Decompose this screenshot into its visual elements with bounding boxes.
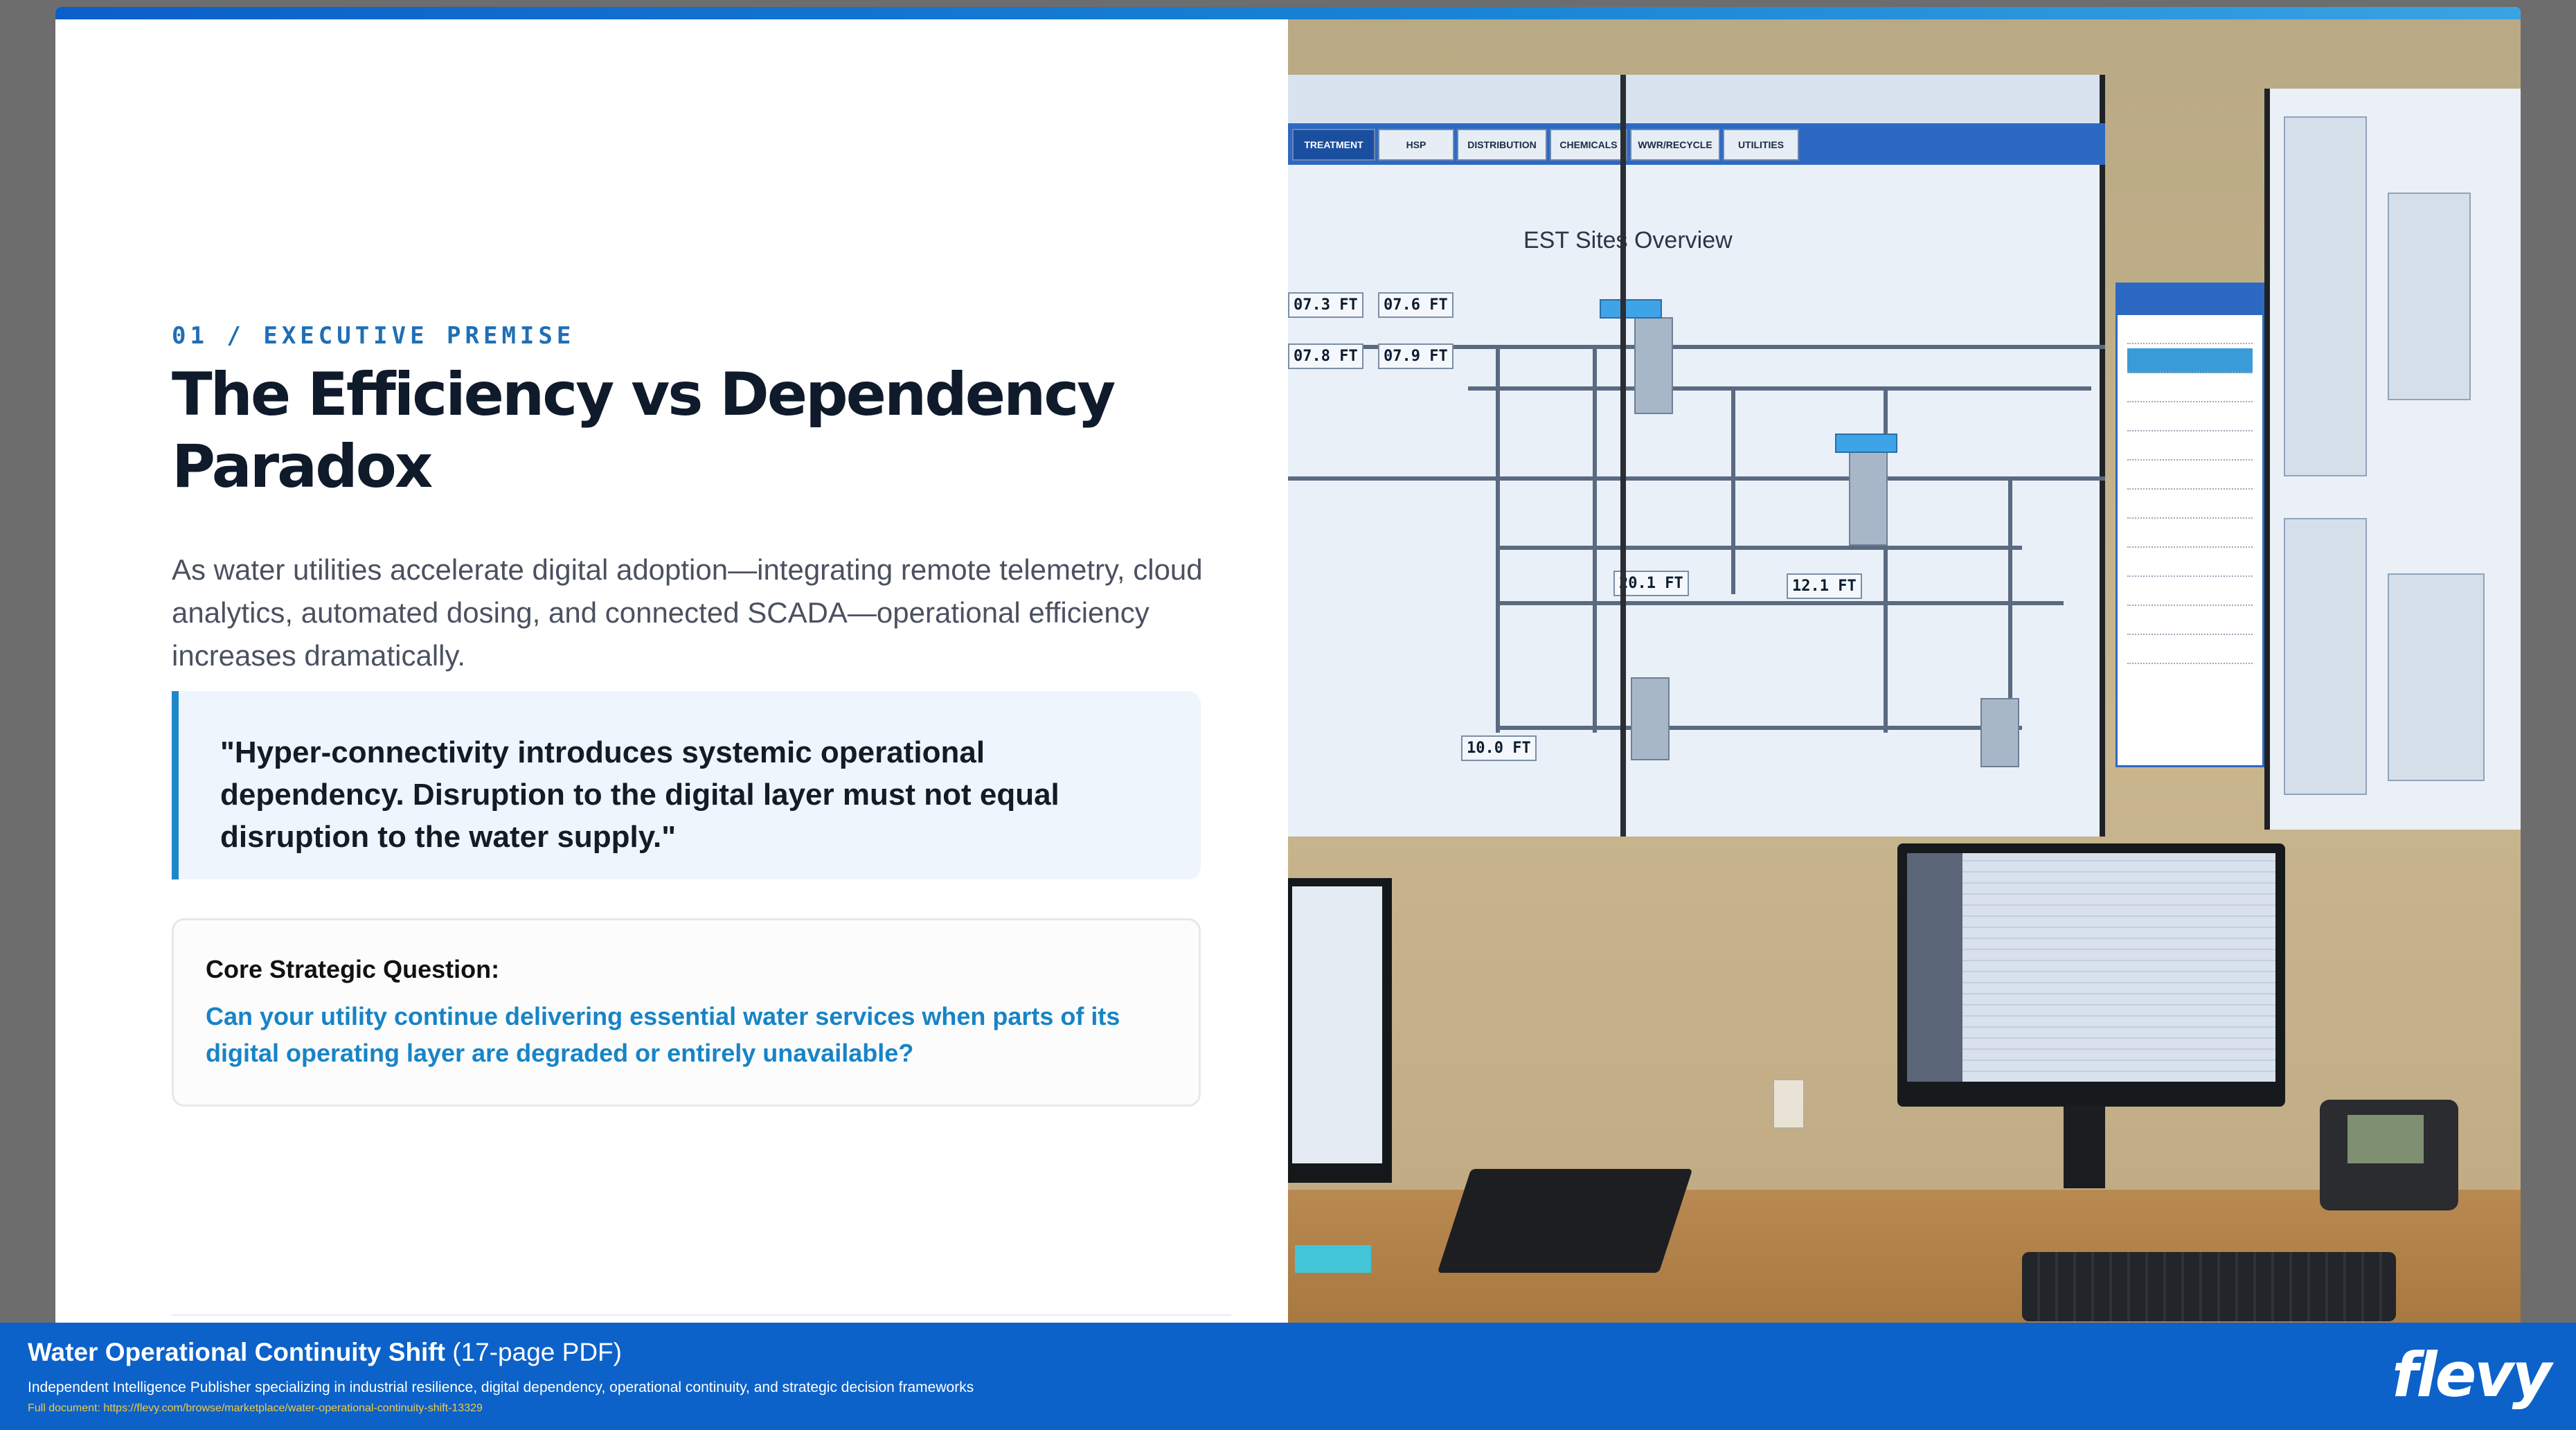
quote-text: "Hyper-connectivity introduces systemic … [220,735,1059,854]
site-list-header [2118,285,2262,315]
footer-title-line: Water Operational Continuity Shift (17-p… [28,1338,622,1367]
slide: 01 / EXECUTIVE PREMISE The Efficiency vs… [55,7,2521,1323]
site-list-row [2127,377,2253,402]
site-list-row [2127,494,2253,519]
wall-outlet [1773,1079,1805,1129]
tank-barton-hill [1634,317,1673,414]
desk-monitor-left [1288,878,1392,1183]
side-screen-panel [2388,573,2485,781]
site-list-row [2127,610,2253,635]
quote-callout: "Hyper-connectivity introduces systemic … [172,691,1201,879]
document-footer: Water Operational Continuity Shift (17-p… [0,1323,2576,1430]
desk-phone [2320,1100,2458,1210]
pipe-line [1593,345,1597,733]
slide-text-panel: 01 / EXECUTIVE PREMISE The Efficiency vs… [55,19,1288,1323]
scada-screen-title: EST Sites Overview [1523,227,1733,253]
question-label: Core Strategic Question: [206,955,500,983]
site-list-row-selected [2127,348,2253,373]
scada-tab-chemicals: CHEMICALS [1550,129,1627,161]
pipe-line [1468,386,2091,391]
desk-monitor [1897,843,2285,1107]
footer-page-count: (17-page PDF) [452,1338,622,1366]
desk-monitor-left-screen [1292,886,1382,1163]
scada-site-list [2116,283,2264,767]
pipe-line [2008,476,2012,726]
level-indicator [1600,299,1662,319]
level-readout: 10.0 FT [1461,735,1537,761]
lead-paragraph: As water utilities accelerate digital ad… [172,553,1203,672]
scada-tab-treatment: TREATMENT [1292,129,1375,161]
video-wall-bezel [1620,75,1626,837]
pipe-line [1288,476,2105,481]
binder [1437,1169,1693,1273]
level-readout: 07.9 FT [1378,343,1454,369]
level-readout: 07.8 FT [1288,343,1363,369]
pipe-line [1496,726,2022,730]
level-readout: 07.6 FT [1378,292,1454,318]
site-list-row [2127,523,2253,548]
control-room-photo: TREATMENT HSP DISTRIBUTION CHEMICALS WWR… [1288,19,2521,1323]
scada-tab-distribution: DISTRIBUTION [1457,129,1547,161]
level-readout: 12.1 FT [1787,573,1862,599]
pipe-line [1496,546,2022,550]
sticky-note [1295,1245,1371,1273]
pipe-line [1731,386,1735,594]
desk-phone-display [2347,1115,2424,1163]
strategic-question-card: Core Strategic Question: Can your utilit… [172,918,1201,1107]
side-screen-panel [2284,518,2367,795]
footer-description: Independent Intelligence Publisher speci… [28,1379,974,1395]
site-list-row [2127,465,2253,490]
side-screen-panel [2284,116,2367,476]
footer-title: Water Operational Continuity Shift [28,1338,445,1366]
tank-chandler [1849,449,1888,546]
section-eyebrow: 01 / EXECUTIVE PREMISE [172,322,575,350]
site-list-row [2127,581,2253,606]
slide-top-accent-bar [55,7,2521,19]
site-list-row [2127,552,2253,577]
scada-screen-header [1288,75,2100,130]
level-readout: 07.3 FT [1288,292,1363,318]
scada-tab-hsp: HSP [1378,129,1454,161]
level-indicator [1835,434,1897,453]
pipe-line [1496,345,1500,733]
site-list-row [2127,639,2253,664]
footer-document-link[interactable]: Full document: https://flevy.com/browse/… [28,1402,483,1415]
keyboard [2022,1252,2396,1321]
site-list-row [2127,406,2253,431]
scada-tab-utilities: UTILITIES [1723,129,1799,161]
monitor-stand [2064,1105,2105,1188]
side-screen-panel [2388,193,2471,400]
question-text: Can your utility continue delivering ess… [206,1002,1120,1067]
scada-tab-wwr-recycle: WWR/RECYCLE [1630,129,1720,161]
site-list-row [2127,319,2253,344]
scada-side-screen [2264,89,2521,830]
tank-south-81 [1631,677,1670,760]
tank-high-country [1980,698,2019,767]
site-list-row [2127,436,2253,461]
slide-title: The Efficiency vs Dependency Paradox [172,360,1116,501]
desk-monitor-sidebar [1907,853,1962,1082]
bottom-divider [172,1314,1231,1316]
flevy-logo: flevy [2392,1339,2552,1411]
pipe-line [1496,601,2064,605]
